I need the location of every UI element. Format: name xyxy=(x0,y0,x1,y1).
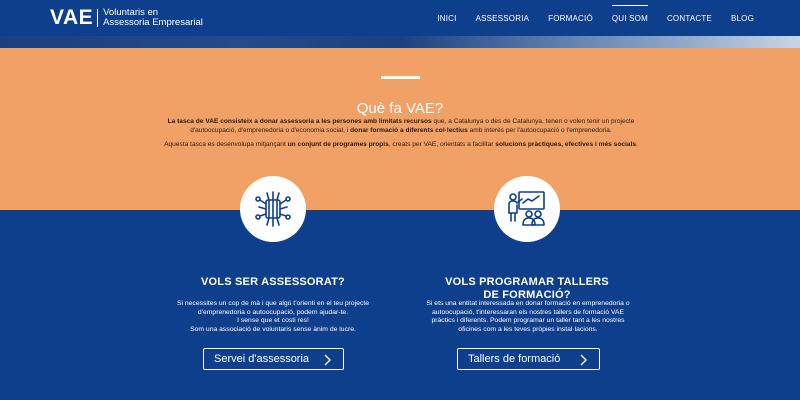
description-line: I sense que et costi res! xyxy=(237,317,309,325)
tallers-formacio-button[interactable]: Tallers de formació xyxy=(457,348,600,370)
about-text: La tasca de VAE consisteix a donar asses… xyxy=(158,118,644,156)
nav-item-formacio[interactable]: FORMACIÓ xyxy=(548,10,593,27)
logo-line-2: Assessoria Empresarial xyxy=(103,17,203,28)
title-line: VOLS PROGRAMAR TALLERS xyxy=(445,276,609,288)
servei-assessoria-button[interactable]: Servei d'assessoria xyxy=(203,348,344,370)
description-line: Si necessites un cop de mà i que algú t'… xyxy=(176,300,370,307)
title-rule xyxy=(381,76,420,79)
nav-item-blog[interactable]: BLOG xyxy=(731,10,754,27)
logo-divider xyxy=(97,9,99,27)
chevron-right-icon xyxy=(580,354,587,366)
plain-text: amb interès per l'autoocupació o l'empre… xyxy=(467,126,612,134)
nav-item-qui-som[interactable]: QUI SOM xyxy=(611,4,649,27)
description-line: oficines com a les teves pròpies instal·… xyxy=(458,325,598,333)
nav-item-assessoria[interactable]: ASSESSORIA xyxy=(476,10,530,27)
highlight-text: un conjunt de programes propis xyxy=(287,141,389,149)
training-presentation-icon xyxy=(508,191,545,226)
about-section: Què fa VAE? La tasca de VAE consisteix a… xyxy=(0,48,800,210)
section-title: Què fa VAE? xyxy=(356,100,444,118)
highlight-text: donar formació a diferents col·lectius xyxy=(350,126,468,134)
site-logo[interactable]: VAE Voluntaris en Assessoria Empresarial xyxy=(50,6,203,30)
plain-text: Aquesta tasca es desenvolupa mitjançant xyxy=(164,141,288,149)
hands-together-icon xyxy=(255,191,291,227)
nav-item-contacte[interactable]: CONTACTE xyxy=(667,10,712,27)
site-header: VAE Voluntaris en Assessoria Empresarial… xyxy=(0,0,800,36)
plain-text: , creats per VAE, orientats a facilitar xyxy=(388,141,496,149)
button-label: Servei d'assessoria xyxy=(214,353,310,365)
logo-mark: VAE xyxy=(50,6,94,29)
description-line: Som una associació de voluntaris sense à… xyxy=(190,325,356,333)
description-line: d'emprenedoria o autoocupació, podem aju… xyxy=(197,308,349,316)
highlight-text: La tasca de VAE consisteix a donar asses… xyxy=(167,118,432,125)
nav-item-inici[interactable]: INICI xyxy=(437,10,456,27)
description-line: pràctics i diferents. Podem programar un… xyxy=(431,317,625,325)
highlight-text: solucions pràctiques, efectives i més so… xyxy=(495,141,637,149)
assessoria-description: Si necessites un cop de mà i que algú t'… xyxy=(158,300,388,334)
main-nav: INICI ASSESSORIA FORMACIÓ QUI SOM CONTAC… xyxy=(418,0,754,36)
formacio-title: VOLS PROGRAMAR TALLERS DE FORMACIÓ? xyxy=(427,276,627,302)
about-paragraph-2: Aquesta tasca es desenvolupa mitjançant … xyxy=(158,141,644,150)
hero-image-strip xyxy=(0,36,800,48)
logo-text: Voluntaris en Assessoria Empresarial xyxy=(103,8,203,28)
description-line: Si ets una entitat interessada en donar … xyxy=(426,300,630,307)
assessoria-icon-circle xyxy=(240,176,306,242)
formacio-icon-circle xyxy=(494,176,560,242)
formacio-description: Si ets una entitat interessada en donar … xyxy=(410,300,646,334)
chevron-right-icon xyxy=(324,354,331,366)
assessoria-title: VOLS SER ASSESSORAT? xyxy=(201,276,345,288)
plain-text: . xyxy=(636,141,638,149)
about-paragraph-1: La tasca de VAE consisteix a donar asses… xyxy=(158,118,644,135)
button-label: Tallers de formació xyxy=(468,353,561,365)
description-line: autoocupació, t'interessaran els nostres… xyxy=(432,308,624,316)
